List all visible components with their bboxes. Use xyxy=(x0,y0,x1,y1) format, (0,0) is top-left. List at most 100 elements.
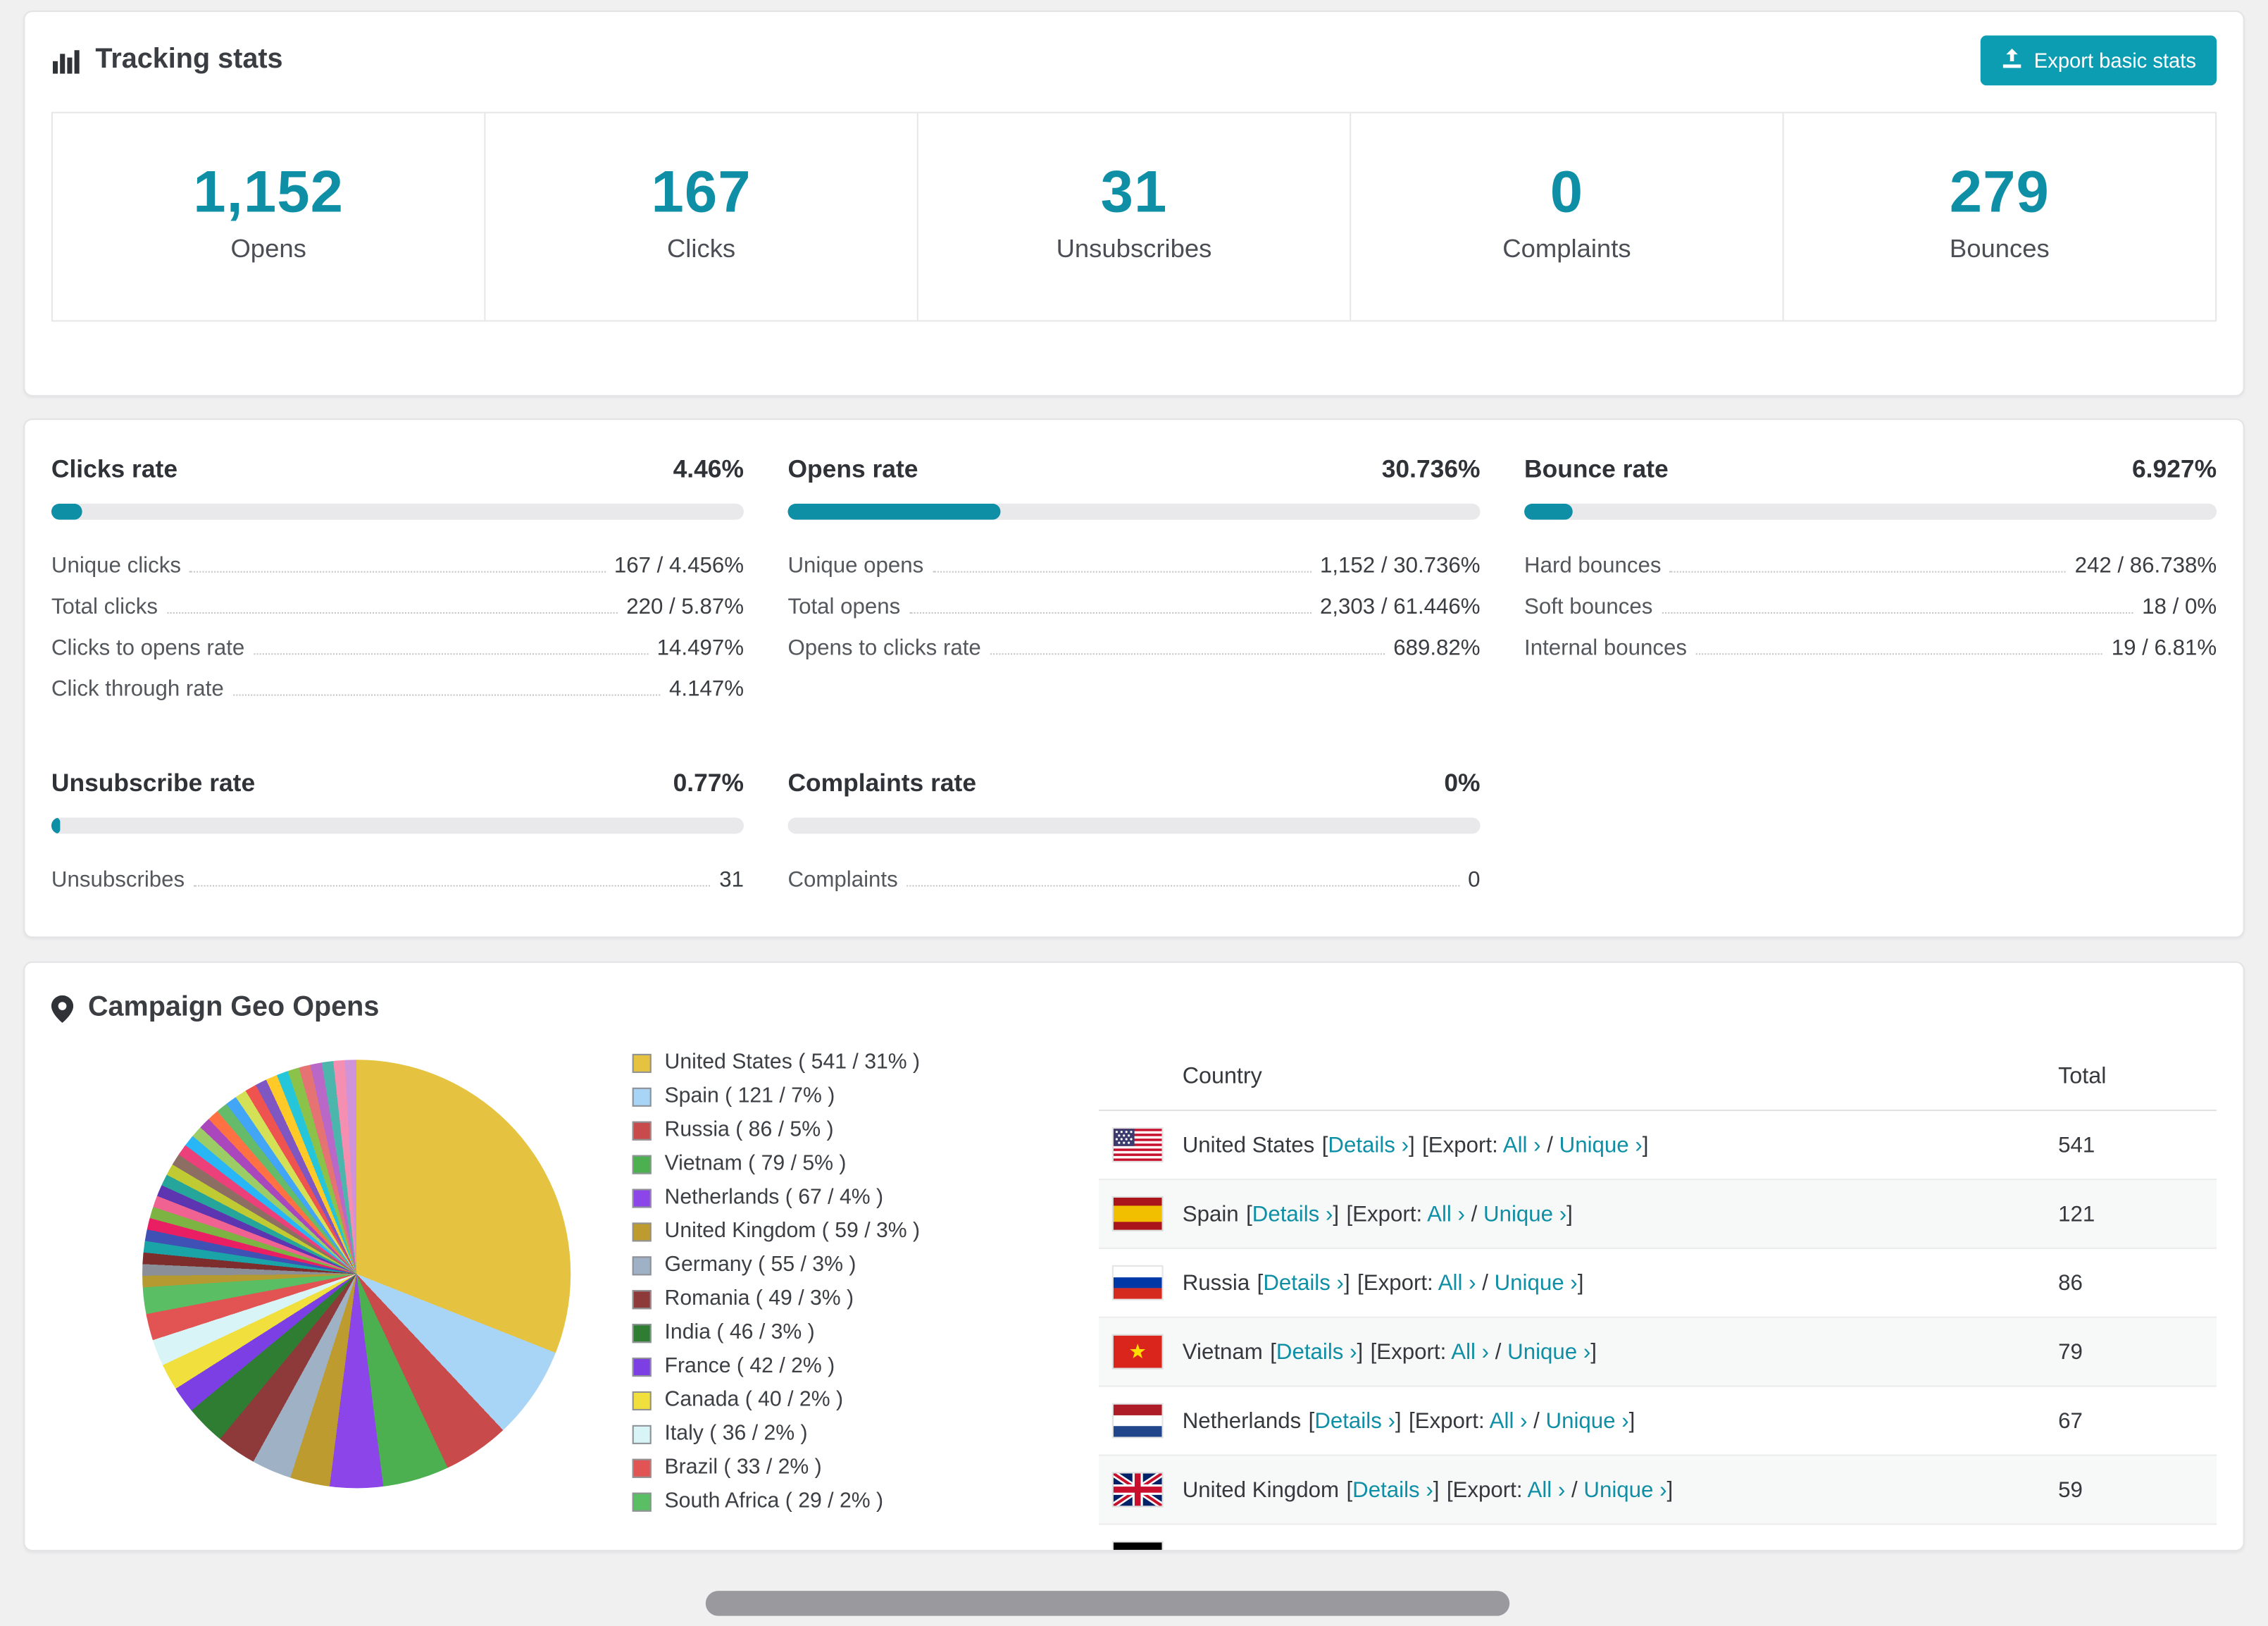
table-row: United States [Details ›] [Export: All › /… xyxy=(1099,1111,2217,1180)
rate-row: Unique opens 1,152 / 30.736% xyxy=(787,538,1480,578)
geo-content: United States ( 541 / 31% ) Spain ( 121 /… xyxy=(51,1045,2217,1550)
total-cell: 86 xyxy=(2058,1270,2083,1296)
legend-item: Romania ( 49 / 3% ) xyxy=(632,1287,1099,1310)
rate-row-label: Clicks to opens rate xyxy=(51,635,245,661)
rate-value: 0.77% xyxy=(673,769,744,798)
progress-fill xyxy=(1524,503,1573,520)
rate-title: Clicks rate xyxy=(51,455,178,483)
legend-item: India ( 46 / 3% ) xyxy=(632,1321,1099,1344)
rate-row: Opens to clicks rate 689.82% xyxy=(787,619,1480,660)
stat-opens: 1,152 Opens xyxy=(53,113,486,321)
details-link[interactable]: Details › xyxy=(1352,1477,1433,1502)
progress-fill xyxy=(51,817,61,834)
details-link[interactable]: Details › xyxy=(1263,1270,1344,1295)
legend-label: Germany ( 55 / 3% ) xyxy=(664,1253,856,1277)
legend-item: Italy ( 36 / 2% ) xyxy=(632,1422,1099,1446)
flag-es-icon xyxy=(1113,1197,1162,1230)
rate-row-label: Total clicks xyxy=(51,594,158,620)
dotted-leader xyxy=(189,571,606,573)
progress-bar xyxy=(787,817,1481,834)
legend-label: Russia ( 86 / 5% ) xyxy=(664,1118,834,1142)
legend-swatch xyxy=(632,1424,652,1444)
legend-item: Vietnam ( 79 / 5% ) xyxy=(632,1152,1099,1176)
export-all-link[interactable]: All › xyxy=(1490,1408,1528,1433)
rate-row-label: Click through rate xyxy=(51,676,224,702)
rates-grid: Clicks rate 4.46% Unique clicks 167 / 4.456… xyxy=(51,455,2217,893)
table-row: Russia [Details ›] [Export: All › / Unique… xyxy=(1099,1249,2217,1318)
legend-label: Spain ( 121 / 7% ) xyxy=(664,1084,835,1108)
flag-de-icon xyxy=(1113,1542,1162,1550)
rate-row-value: 19 / 6.81% xyxy=(2111,635,2217,661)
rate-row: Soft bounces 18 / 0% xyxy=(1524,578,2217,619)
dotted-leader xyxy=(166,612,618,614)
export-all-link[interactable]: All › xyxy=(1438,1270,1476,1295)
progress-fill xyxy=(787,503,1001,520)
export-all-link[interactable]: All › xyxy=(1451,1339,1489,1364)
dotted-leader xyxy=(1695,653,2103,655)
total-cell: 67 xyxy=(2058,1408,2083,1434)
export-unique-link[interactable]: Unique › xyxy=(1483,1201,1566,1226)
progress-fill xyxy=(51,503,82,520)
rate-row-value: 0 xyxy=(1468,867,1481,893)
export-unique-link[interactable]: Unique › xyxy=(1583,1477,1666,1502)
export-label: Export: xyxy=(1352,1201,1423,1227)
rate-title: Complaints rate xyxy=(787,769,977,798)
legend-label: United States ( 541 / 31% ) xyxy=(664,1050,921,1075)
country-name: Netherlands xyxy=(1182,1408,1302,1434)
export-all-link[interactable]: All › xyxy=(1527,1477,1565,1502)
rate-row: Total clicks 220 / 5.87% xyxy=(51,578,744,619)
details-link[interactable]: Details › xyxy=(1252,1201,1333,1226)
export-all-link[interactable]: All › xyxy=(1462,1546,1500,1550)
rate-row: Hard bounces 242 / 86.738% xyxy=(1524,538,2217,578)
stat-bounces: 279 Bounces xyxy=(1784,113,2215,321)
rate-value: 0% xyxy=(1444,769,1481,798)
country-name: United Kingdom xyxy=(1182,1477,1340,1503)
legend-swatch xyxy=(632,1188,652,1208)
export-unique-link[interactable]: Unique › xyxy=(1518,1546,1601,1550)
stat-value: 0 xyxy=(1550,160,1584,225)
legend-swatch xyxy=(632,1491,652,1511)
progress-bar xyxy=(1524,503,2217,520)
stat-label: Complaints xyxy=(1502,233,1631,263)
export-unique-link[interactable]: Unique › xyxy=(1559,1132,1643,1157)
legend-label: France ( 42 / 2% ) xyxy=(664,1354,835,1379)
export-unique-link[interactable]: Unique › xyxy=(1495,1270,1578,1295)
legend-item: South Africa ( 29 / 2% ) xyxy=(632,1489,1099,1513)
stat-unsubscribes: 31 Unsubscribes xyxy=(918,113,1352,321)
dotted-leader xyxy=(909,612,1311,614)
horizontal-scrollbar[interactable] xyxy=(705,1591,1510,1616)
details-link[interactable]: Details › xyxy=(1276,1339,1357,1364)
rate-value: 4.46% xyxy=(673,455,744,483)
details-link[interactable]: Details › xyxy=(1286,1546,1367,1550)
country-name: Germany xyxy=(1183,1546,1273,1550)
geo-opens-card: Campaign Geo Opens United States ( 541 /… xyxy=(23,961,2245,1551)
export-label: Export: xyxy=(1414,1408,1485,1434)
details-link[interactable]: Details › xyxy=(1314,1408,1395,1433)
export-all-link[interactable]: All › xyxy=(1503,1132,1541,1157)
rate-row-value: 689.82% xyxy=(1393,635,1481,661)
country-name: Spain xyxy=(1182,1201,1239,1227)
export-basic-stats-button[interactable]: Export basic stats xyxy=(1979,35,2217,86)
geo-table-header: Country Total xyxy=(1099,1045,2217,1112)
legend-swatch xyxy=(632,1458,652,1477)
export-unique-link[interactable]: Unique › xyxy=(1507,1339,1590,1364)
dotted-leader xyxy=(232,694,661,696)
export-label: Export: xyxy=(1428,1132,1498,1158)
progress-bar xyxy=(51,817,744,834)
country-cell: Germany[Details ›][Export: All › / Uniqu… xyxy=(1183,1546,2058,1550)
rate-panel-complaints-rate: Complaints rate 0% Complaints 0 xyxy=(787,769,1481,893)
export-unique-link[interactable]: Unique › xyxy=(1546,1408,1629,1433)
dotted-leader xyxy=(932,571,1311,573)
flag-nl-icon xyxy=(1113,1404,1162,1437)
stat-value: 279 xyxy=(1949,160,2050,225)
legend-swatch xyxy=(632,1289,652,1309)
rate-row-value: 14.497% xyxy=(656,635,744,661)
flag-gb-icon xyxy=(1113,1473,1162,1506)
rate-value: 6.927% xyxy=(2131,455,2217,483)
rate-row-label: Hard bounces xyxy=(1524,553,1662,579)
details-link[interactable]: Details › xyxy=(1328,1132,1409,1157)
export-all-link[interactable]: All › xyxy=(1427,1201,1465,1226)
dotted-leader xyxy=(1661,612,2133,614)
legend-item: United Kingdom ( 59 / 3% ) xyxy=(632,1220,1099,1243)
export-label: Export: xyxy=(1376,1339,1447,1365)
